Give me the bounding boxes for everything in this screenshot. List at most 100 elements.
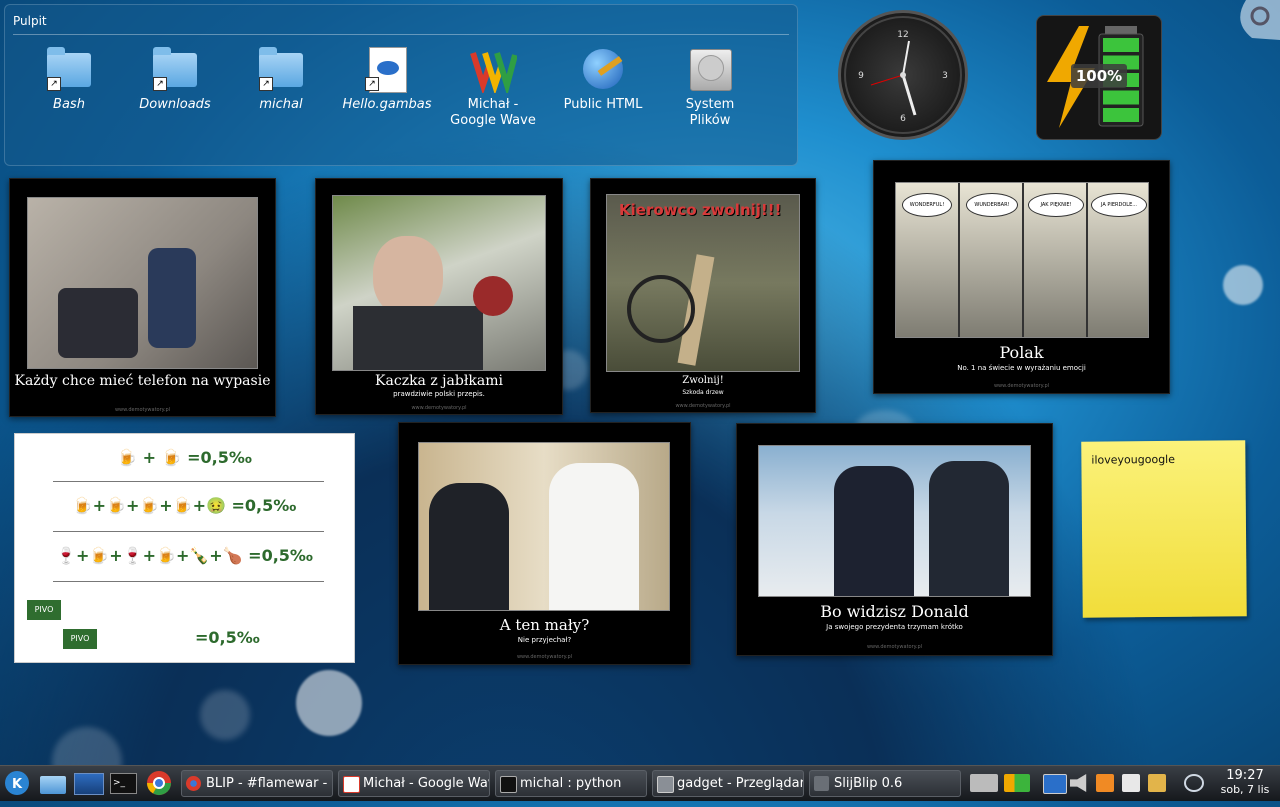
frame-url: www.demotywatory.pl (114, 407, 171, 413)
printer-icon[interactable] (970, 774, 998, 792)
desktop-icon-michal[interactable]: ↗ michal (233, 45, 329, 113)
sticky-note-widget[interactable]: iloveyougoogle (1081, 440, 1247, 618)
konsole-launcher[interactable]: >_ (110, 770, 140, 797)
desktop-icon-public-html[interactable]: Public HTML (555, 45, 651, 113)
task-button-slijblip[interactable]: SlijBlip 0.6 (809, 770, 961, 797)
folder-icon (40, 776, 66, 794)
file-manager-icon (657, 776, 674, 793)
equation-row: =0,5‰ (195, 628, 260, 647)
desktop-icon-downloads[interactable]: ↗ Downloads (127, 45, 223, 113)
task-button-gadget-browser[interactable]: gadget - Przeglądar (652, 770, 804, 797)
kde-logo-icon: K (5, 771, 29, 795)
frame-url: www.demotywatory.pl (993, 383, 1050, 389)
speech-bubble: WUNDERBAR! (966, 193, 1018, 217)
battery-cell (1103, 108, 1139, 122)
network-icon[interactable] (1184, 774, 1204, 792)
pivo-crate-label: PIVO (63, 629, 97, 649)
rss-icon[interactable] (1096, 774, 1114, 792)
frame-caption: Polak (999, 343, 1044, 362)
folder-icon: ↗ (45, 45, 93, 93)
frame-subcaption: prawdziwie polski przepis. (393, 390, 485, 398)
picture-frame[interactable]: Każdy chce mieć telefon na wypasie www.d… (9, 178, 276, 417)
divider (53, 581, 324, 582)
frame-url: www.demotywatory.pl (411, 405, 467, 411)
frame-caption: Każdy chce mieć telefon na wypasie (14, 373, 271, 389)
task-label: gadget - Przeglądar (677, 776, 804, 791)
gambas-file-icon: ↗ (363, 45, 411, 93)
frame-photo (418, 442, 670, 611)
divider (13, 34, 789, 35)
clock-number: 6 (900, 114, 906, 124)
battery-percent: 100% (1071, 64, 1127, 88)
picture-frame[interactable]: WONDERFUL! WUNDERBAR! JAK PIĘKNIE! JA PI… (873, 160, 1170, 394)
chrome-icon (186, 776, 201, 791)
digital-clock[interactable]: 19:27 sob, 7 lis (1214, 769, 1276, 797)
speech-bubble: WONDERFUL! (902, 193, 952, 217)
volume-icon[interactable] (1070, 774, 1087, 792)
desktop-icon-label: michal (259, 97, 303, 112)
clock-number: 9 (858, 71, 864, 81)
desktop-toolbox-cashew[interactable] (1226, 0, 1280, 40)
frame-subcaption: Nie przyjechał? (517, 636, 572, 644)
task-label: BLIP - #flamewar - (206, 776, 328, 791)
display-icon[interactable] (1043, 774, 1067, 794)
desktop-icon-label: Downloads (139, 97, 211, 112)
task-button-blip[interactable]: BLIP - #flamewar - (181, 770, 333, 797)
picture-frame[interactable]: Kaczka z jabłkami prawdziwie polski prze… (315, 178, 563, 415)
kickoff-menu-button[interactable]: K (2, 770, 32, 797)
frame-url: www.demotywatory.pl (866, 644, 923, 650)
desktop-folder-view: Pulpit ↗ Bash ↗ Downloads ↗ michal ↗ Hel… (4, 4, 798, 166)
desktop-icon-hello-gambas[interactable]: ↗ Hello.gambas (339, 45, 435, 113)
desktop-icon-google-wave[interactable]: Michał - Google Wave (445, 45, 541, 129)
frame-photo: WONDERFUL! WUNDERBAR! JAK PIĘKNIE! JA PI… (895, 182, 1149, 338)
frame-photo (758, 445, 1031, 597)
battery-cell (1103, 38, 1139, 52)
battery-icon[interactable] (1004, 774, 1030, 792)
equation-row: 🍺+🍺+🍺+🍺+🤢 =0,5‰ (72, 496, 297, 515)
frame-banner: Kierowco zwolnij!!! (619, 201, 782, 219)
terminal-icon (500, 776, 517, 793)
chrome-icon (147, 771, 171, 796)
equation-row: 🍺 + 🍺 =0,5‰ (117, 448, 252, 467)
frame-caption: A ten mały? (499, 616, 590, 634)
lock-icon[interactable] (1148, 774, 1166, 792)
picture-frame[interactable]: A ten mały? Nie przyjechał? www.demotywa… (398, 422, 691, 665)
clock-face-icon: 12 3 6 9 (844, 16, 962, 134)
globe-icon (579, 45, 627, 93)
task-label: michal : python (520, 776, 622, 791)
task-button-google-wave[interactable]: Michał - Google Wav (338, 770, 490, 797)
bokeh-light (296, 670, 362, 736)
bokeh-light (200, 690, 250, 740)
battery-cell (1103, 90, 1139, 105)
clock-time: 19:27 (1226, 768, 1264, 783)
desktop-icon-label: Bash (53, 97, 85, 112)
picture-frame[interactable]: Kierowco zwolnij!!! Zwolnij! Szkoda drze… (590, 178, 816, 413)
battery-widget[interactable]: 100% (1036, 15, 1162, 140)
task-button-python-terminal[interactable]: michal : python (495, 770, 647, 797)
frame-subcaption: Ja swojego prezydenta trzymam krótko (826, 623, 963, 631)
note-text[interactable]: iloveyougoogle (1091, 453, 1175, 467)
speech-bubble: JA PIERDOLE... (1091, 193, 1147, 217)
chrome-launcher[interactable] (145, 770, 175, 797)
hard-drive-icon (686, 45, 734, 93)
frame-caption: Zwolnij! (682, 375, 724, 386)
cashew-icon (1240, 0, 1280, 40)
desktop-pager[interactable] (74, 770, 104, 797)
dolphin-launcher[interactable] (38, 770, 68, 797)
slijblip-icon (814, 776, 829, 791)
picture-frame[interactable]: Bo widzisz Donald Ja swojego prezydenta … (736, 423, 1053, 656)
google-wave-icon (343, 776, 360, 793)
desktop-icon-bash[interactable]: ↗ Bash (21, 45, 117, 113)
desktop-icon-label: Hello.gambas (342, 97, 432, 112)
frame-photo (332, 195, 546, 371)
taskbar-panel: K >_ BLIP - #flamewar - Michał - Google … (0, 765, 1280, 801)
frame-subcaption: No. 1 na świecie w wyrażaniu emocji (957, 364, 1086, 372)
bokeh-light (1223, 265, 1263, 305)
svg-text:K: K (12, 777, 23, 792)
desktop-icon-label: Michał - Google Wave (450, 97, 536, 128)
desktop-icon-system-files[interactable]: System Plików (662, 45, 758, 129)
picture-frame-beer[interactable]: 🍺 + 🍺 =0,5‰ 🍺+🍺+🍺+🍺+🤢 =0,5‰ 🍷+🍺+🍷+🍺+🍾+🍗 … (14, 433, 355, 663)
analog-clock-widget[interactable]: 12 3 6 9 (838, 10, 968, 140)
speech-bubble: JAK PIĘKNIE! (1028, 193, 1084, 217)
clipboard-icon[interactable] (1122, 774, 1140, 792)
